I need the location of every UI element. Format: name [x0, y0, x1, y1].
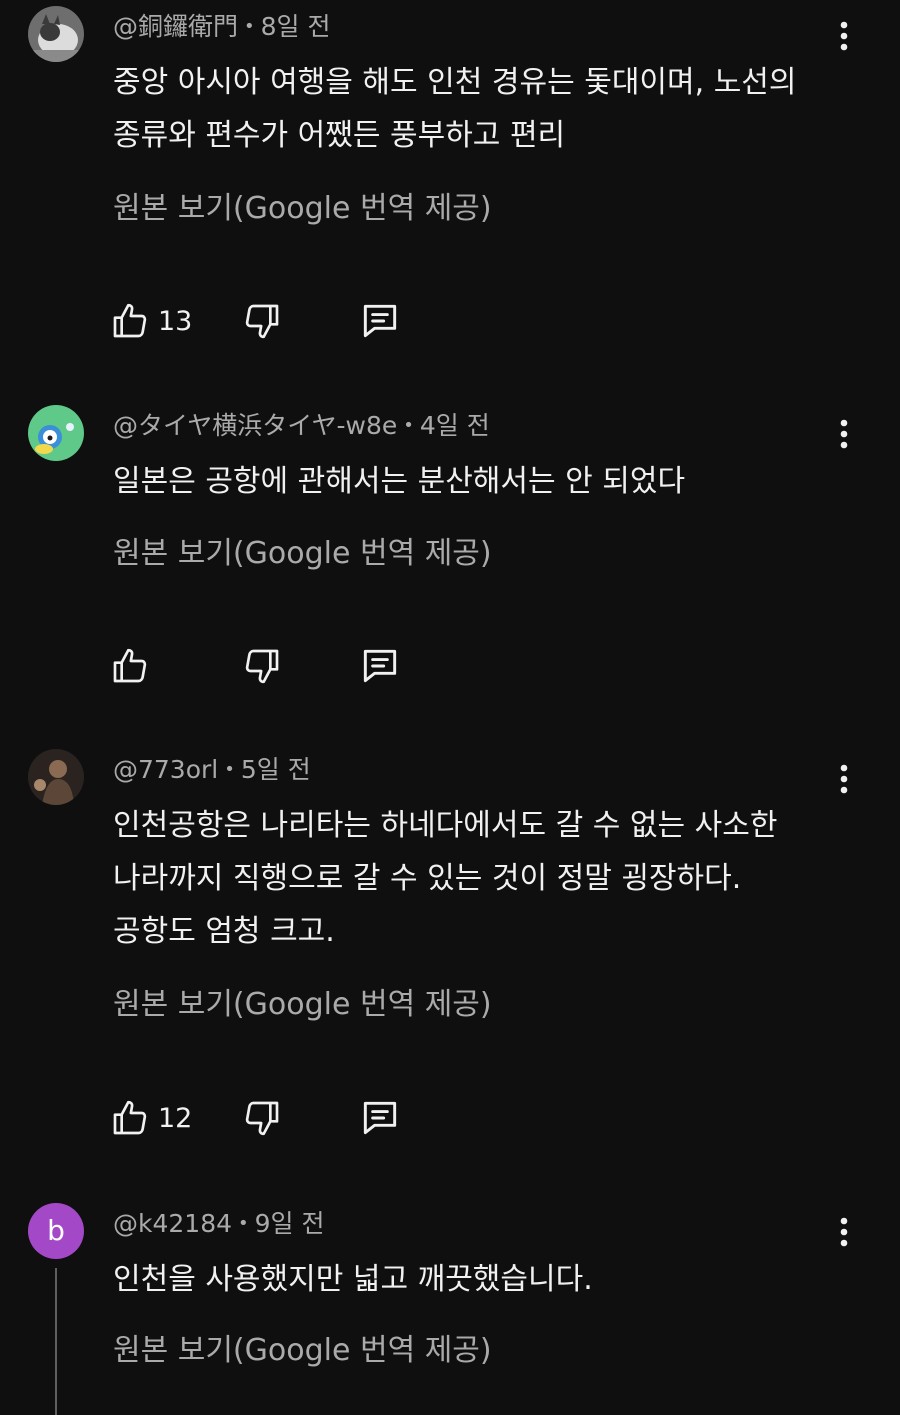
comment-text-line: 일본은 공항에 관해서는 분산해서는 안 되었다	[113, 464, 686, 499]
cartoon-avatar-image	[28, 405, 84, 461]
avatar[interactable]	[28, 6, 84, 62]
thumb-down-icon	[245, 304, 279, 339]
author-name[interactable]: @タイヤ横浜タイヤ-w8e	[113, 411, 397, 440]
author-name[interactable]: @k42184	[113, 1209, 232, 1238]
comment-time[interactable]: 8일 전	[261, 12, 331, 41]
comment-text-line: 공항도 엄청 크고.	[113, 914, 335, 949]
thumb-down-icon	[245, 649, 279, 684]
more-vert-icon	[840, 1217, 848, 1247]
more-vert-icon	[840, 419, 848, 449]
author-name[interactable]: @銅鑼衛門	[113, 12, 238, 41]
comment-text-line: 인천공항은 나리타는 하네다에서도 갈 수 없는 사소한	[113, 808, 778, 843]
like-button[interactable]: 12	[110, 1096, 192, 1140]
like-button[interactable]	[110, 644, 150, 688]
see-original-link[interactable]: 원본 보기(Google 번역 제공)	[113, 1331, 492, 1371]
dislike-button[interactable]	[242, 1096, 282, 1140]
comment-actions: 12	[110, 1096, 430, 1140]
more-options-button[interactable]	[826, 759, 862, 799]
more-options-button[interactable]	[826, 1212, 862, 1252]
reply-button[interactable]	[358, 299, 402, 343]
author-name[interactable]: @773orl	[113, 755, 218, 784]
comment-text-line: 인천을 사용했지만 넓고 깨끗했습니다.	[113, 1262, 593, 1297]
comment-text-line: 나라까지 직행으로 갈 수 있는 것이 정말 굉장하다.	[113, 861, 742, 896]
thumb-up-icon	[113, 1100, 147, 1135]
reply-icon	[363, 649, 397, 683]
more-vert-icon	[840, 21, 848, 51]
comment-meta: @銅鑼衛門 • 8일 전	[113, 12, 331, 42]
reply-button[interactable]	[358, 644, 402, 688]
separator-dot: •	[403, 415, 414, 436]
thumb-up-icon	[113, 303, 147, 338]
reply-button[interactable]	[358, 1096, 402, 1140]
dislike-button[interactable]	[242, 644, 282, 688]
comment-text: 인천공항은 나리타는 하네다에서도 갈 수 없는 사소한 나라까지 직행으로 갈…	[113, 799, 833, 958]
more-vert-icon	[840, 764, 848, 794]
cat-avatar-image	[28, 6, 84, 62]
more-options-button[interactable]	[826, 16, 862, 56]
comment-meta: @773orl • 5일 전	[113, 755, 311, 785]
comment-text: 일본은 공항에 관해서는 분산해서는 안 되었다	[113, 455, 833, 508]
comment-meta: @タイヤ横浜タイヤ-w8e • 4일 전	[113, 411, 490, 441]
thumb-down-icon	[245, 1101, 279, 1136]
separator-dot: •	[244, 16, 255, 37]
comment-time[interactable]: 9일 전	[255, 1209, 325, 1238]
comment-meta: @k42184 • 9일 전	[113, 1209, 325, 1239]
comment-actions: 13	[110, 299, 430, 343]
see-original-link[interactable]: 원본 보기(Google 번역 제공)	[113, 189, 492, 229]
comment-text-line: 종류와 편수가 어쨌든 풍부하고 편리	[113, 118, 566, 153]
thumb-up-icon	[113, 648, 147, 683]
like-count: 13	[158, 305, 193, 337]
comment-actions	[110, 644, 430, 688]
reply-icon	[363, 304, 397, 338]
separator-dot: •	[238, 1213, 249, 1234]
dislike-button[interactable]	[242, 299, 282, 343]
reply-icon	[363, 1101, 397, 1135]
separator-dot: •	[224, 759, 235, 780]
photo-avatar-image	[28, 749, 84, 805]
reply-thread-line	[55, 1268, 57, 1415]
see-original-link[interactable]: 원본 보기(Google 번역 제공)	[113, 534, 492, 574]
like-button[interactable]: 13	[110, 299, 192, 343]
like-count: 12	[158, 1102, 193, 1134]
comment-text-line: 중앙 아시아 여행을 해도 인천 경유는 돛대이며, 노선의	[113, 65, 797, 100]
avatar[interactable]: b	[28, 1203, 84, 1259]
comment-text: 인천을 사용했지만 넓고 깨끗했습니다.	[113, 1253, 833, 1306]
avatar[interactable]	[28, 749, 84, 805]
comment-time[interactable]: 4일 전	[420, 411, 490, 440]
see-original-link[interactable]: 원본 보기(Google 번역 제공)	[113, 985, 492, 1025]
comment-time[interactable]: 5일 전	[241, 755, 311, 784]
comment-text: 중앙 아시아 여행을 해도 인천 경유는 돛대이며, 노선의 종류와 편수가 어…	[113, 56, 833, 162]
avatar[interactable]	[28, 405, 84, 461]
more-options-button[interactable]	[826, 414, 862, 454]
